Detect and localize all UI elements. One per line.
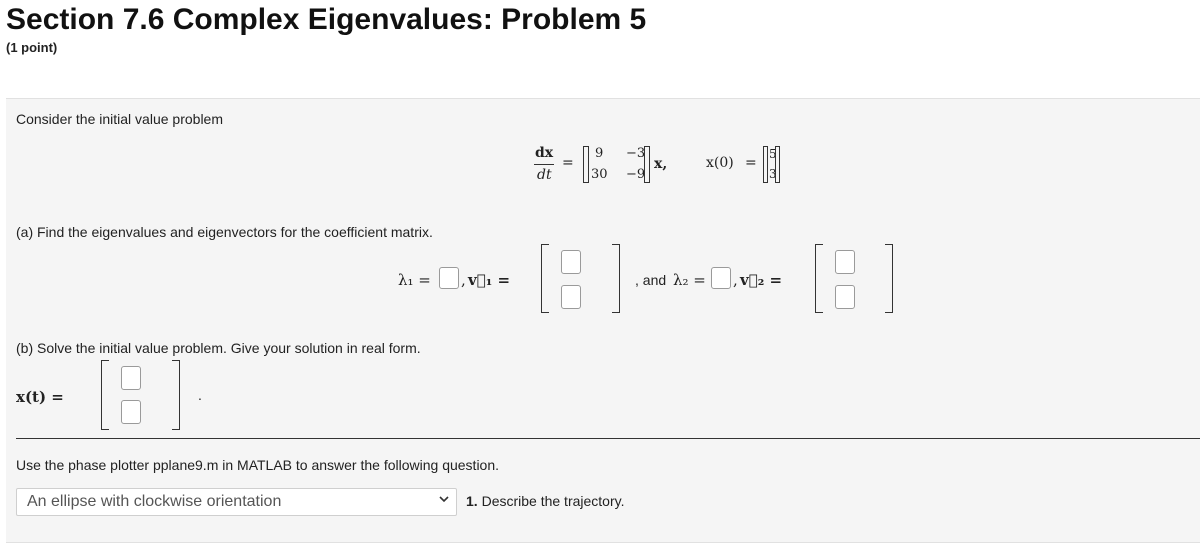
state-vector-x: x,	[654, 156, 668, 172]
fraction-bar	[534, 164, 554, 165]
ic-left-bracket	[763, 146, 768, 183]
page-title: Section 7.6 Complex Eigenvalues: Problem…	[6, 3, 647, 36]
matrix-right-bracket	[644, 146, 650, 183]
v2-component-1-input[interactable]	[835, 250, 855, 274]
xt-label: x(t) =	[16, 388, 64, 406]
matrix-entry-22: −9	[626, 167, 646, 182]
lambda2-input[interactable]	[711, 267, 731, 289]
v1-label: v⃗₁ =	[468, 271, 511, 289]
separator-comma: ,	[461, 271, 466, 289]
question-number: 1.	[466, 493, 478, 509]
derivative-denominator: dt	[537, 167, 552, 183]
trailing-period: .	[198, 387, 202, 403]
v2-component-2-input[interactable]	[835, 285, 855, 309]
and-text: , and	[635, 272, 667, 288]
v1-component-2-input[interactable]	[561, 285, 581, 309]
question-label: 1. Describe the trajectory.	[466, 493, 624, 509]
trajectory-select[interactable]: An ellipse with clockwise orientation	[16, 488, 457, 516]
part-b-prompt: (b) Solve the initial value problem. Giv…	[16, 340, 421, 356]
v1-component-1-input[interactable]	[561, 250, 581, 274]
initial-condition-label: x(0)	[706, 155, 734, 171]
chevron-down-icon	[439, 496, 449, 503]
ic-right-bracket	[775, 146, 780, 183]
section-divider	[16, 438, 1200, 439]
point-value: (1 point)	[6, 40, 58, 55]
derivative-numerator: dx	[535, 145, 554, 161]
xt-component-1-input[interactable]	[121, 366, 141, 390]
v1-left-bracket	[541, 244, 549, 313]
v1-right-bracket	[612, 244, 620, 313]
separator-comma: ,	[733, 271, 738, 289]
ic-equals-sign: =	[745, 155, 757, 171]
problem-panel: Consider the initial value problem dx dt…	[6, 98, 1200, 543]
equals-sign: =	[562, 155, 574, 171]
trajectory-select-value: An ellipse with clockwise orientation	[27, 493, 282, 510]
lambda2-label: λ₂ =	[673, 271, 706, 289]
v2-label: v⃗₂ =	[740, 271, 783, 289]
matrix-entry-21: 30	[591, 167, 608, 182]
xt-left-bracket	[101, 360, 109, 430]
part-a-prompt: (a) Find the eigenvalues and eigenvector…	[16, 224, 433, 240]
v2-left-bracket	[815, 244, 823, 313]
matrix-left-bracket	[583, 146, 589, 183]
lambda1-label: λ₁ =	[398, 271, 431, 289]
lambda1-input[interactable]	[439, 267, 459, 289]
matrix-entry-11: 9	[595, 146, 604, 161]
question-text: Describe the trajectory.	[481, 493, 625, 509]
xt-right-bracket	[172, 360, 180, 430]
problem-intro: Consider the initial value problem	[16, 111, 223, 127]
xt-component-2-input[interactable]	[121, 400, 141, 424]
matlab-instruction: Use the phase plotter pplane9.m in MATLA…	[16, 457, 500, 473]
v2-right-bracket	[885, 244, 893, 313]
matrix-entry-12: −3	[626, 146, 646, 161]
